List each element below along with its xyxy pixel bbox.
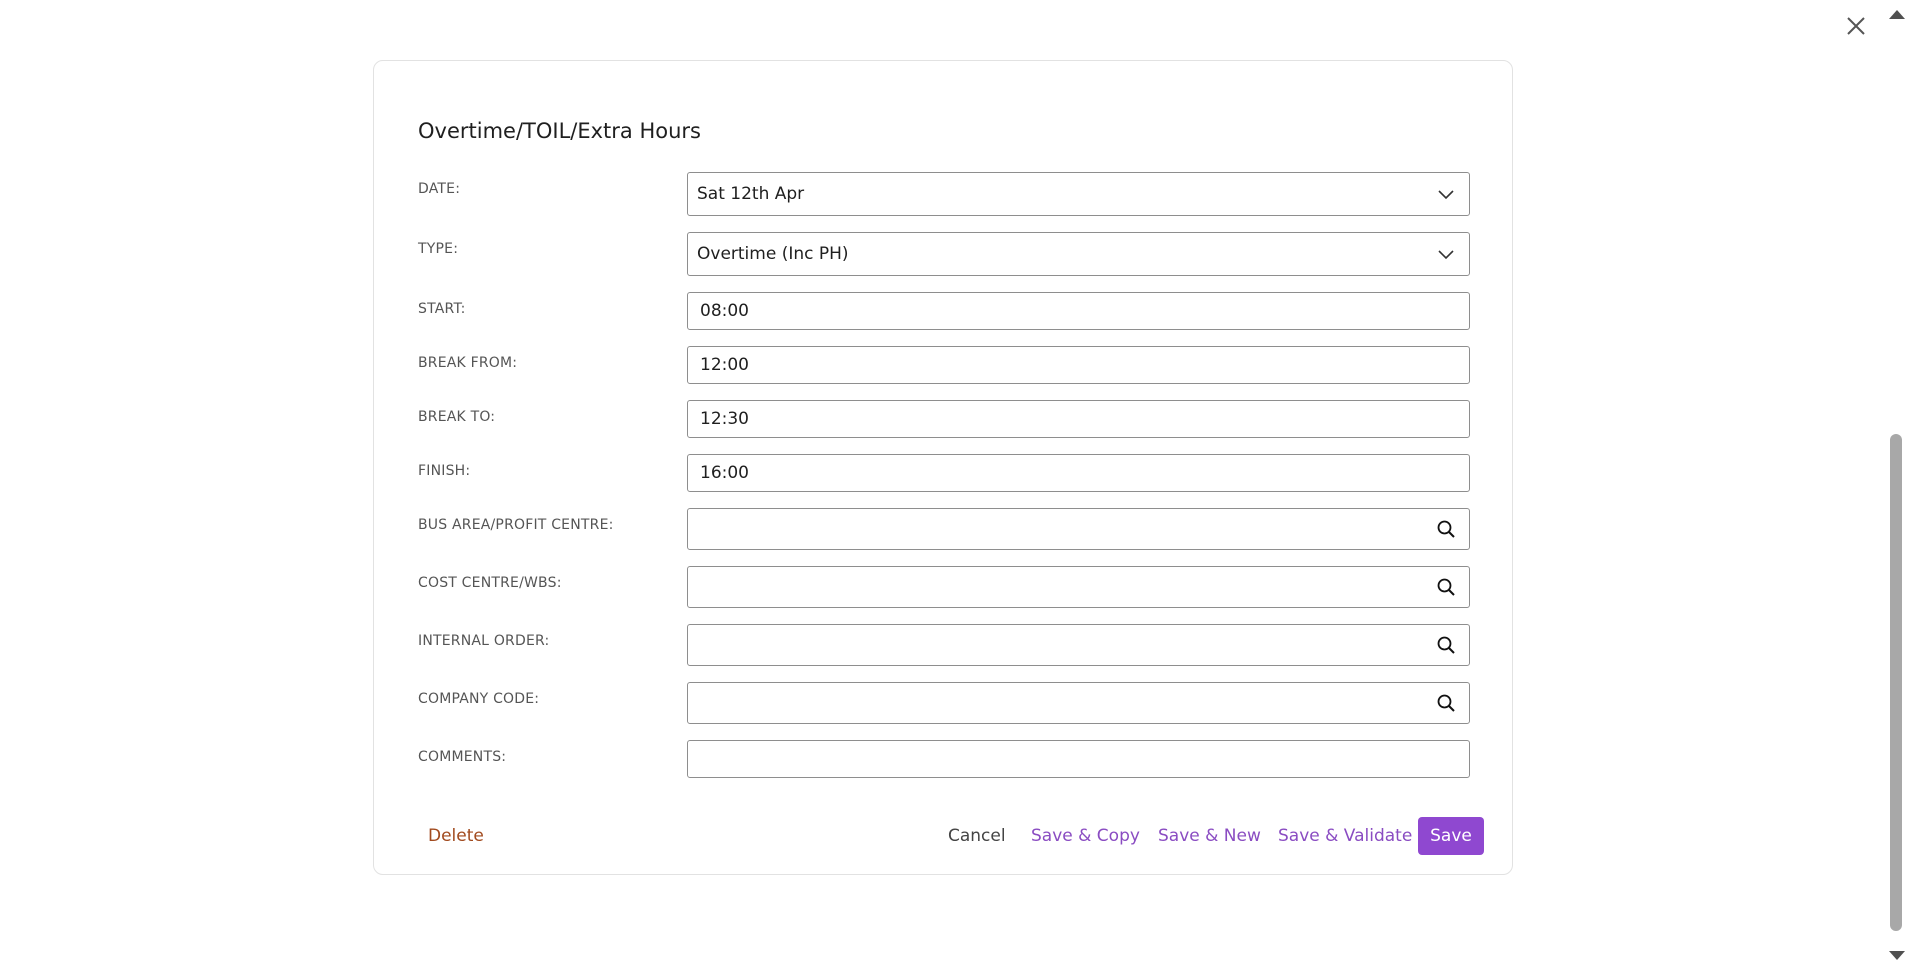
chevron-down-icon: [1434, 242, 1458, 266]
cost-centre-label: COST CENTRE/WBS:: [418, 575, 562, 591]
date-label: DATE:: [418, 181, 461, 197]
form-title: Overtime/TOIL/Extra Hours: [418, 119, 701, 143]
company-code-lookup-input[interactable]: [687, 682, 1470, 724]
date-value: Sat 12th Apr: [697, 184, 805, 204]
chevron-down-icon: [1434, 182, 1458, 206]
comments-input[interactable]: [687, 740, 1470, 778]
close-icon: [1847, 17, 1865, 35]
type-value: Overtime (Inc PH): [697, 244, 849, 264]
break-from-value: 12:00: [700, 355, 749, 375]
search-icon[interactable]: [1434, 517, 1458, 541]
internal-order-label: INTERNAL ORDER:: [418, 633, 550, 649]
cancel-button[interactable]: Cancel: [948, 817, 1006, 855]
finish-value: 16:00: [700, 463, 749, 483]
type-select[interactable]: Overtime (Inc PH): [687, 232, 1470, 276]
page: Overtime/TOIL/Extra Hours DATE: Sat 12th…: [0, 0, 1908, 972]
save-validate-button[interactable]: Save & Validate: [1278, 817, 1412, 855]
form-actions: Delete Cancel Save & Copy Save & New Sav…: [374, 817, 1514, 857]
date-select[interactable]: Sat 12th Apr: [687, 172, 1470, 216]
bus-area-lookup-input[interactable]: [687, 508, 1470, 550]
save-button[interactable]: Save: [1418, 817, 1484, 855]
scroll-down-arrow-icon[interactable]: [1889, 951, 1905, 960]
finish-input[interactable]: 16:00: [687, 454, 1470, 492]
close-button[interactable]: [1843, 13, 1869, 39]
start-input[interactable]: 08:00: [687, 292, 1470, 330]
break-from-label: BREAK FROM:: [418, 355, 518, 371]
company-code-label: COMPANY CODE:: [418, 691, 540, 707]
break-to-input[interactable]: 12:30: [687, 400, 1470, 438]
break-to-label: BREAK TO:: [418, 409, 496, 425]
search-icon[interactable]: [1434, 691, 1458, 715]
internal-order-lookup-input[interactable]: [687, 624, 1470, 666]
save-copy-button[interactable]: Save & Copy: [1031, 817, 1140, 855]
scroll-up-arrow-icon[interactable]: [1889, 10, 1905, 19]
start-label: START:: [418, 301, 466, 317]
type-label: TYPE:: [418, 241, 459, 257]
start-value: 08:00: [700, 301, 749, 321]
cost-centre-lookup-input[interactable]: [687, 566, 1470, 608]
search-icon[interactable]: [1434, 575, 1458, 599]
comments-label: COMMENTS:: [418, 749, 507, 765]
finish-label: FINISH:: [418, 463, 471, 479]
bus-area-label: BUS AREA/PROFIT CENTRE:: [418, 517, 614, 533]
scrollbar-thumb[interactable]: [1890, 434, 1902, 931]
break-to-value: 12:30: [700, 409, 749, 429]
search-icon[interactable]: [1434, 633, 1458, 657]
overtime-form-card: Overtime/TOIL/Extra Hours DATE: Sat 12th…: [373, 60, 1513, 875]
save-new-button[interactable]: Save & New: [1158, 817, 1261, 855]
delete-button[interactable]: Delete: [428, 817, 484, 855]
break-from-input[interactable]: 12:00: [687, 346, 1470, 384]
